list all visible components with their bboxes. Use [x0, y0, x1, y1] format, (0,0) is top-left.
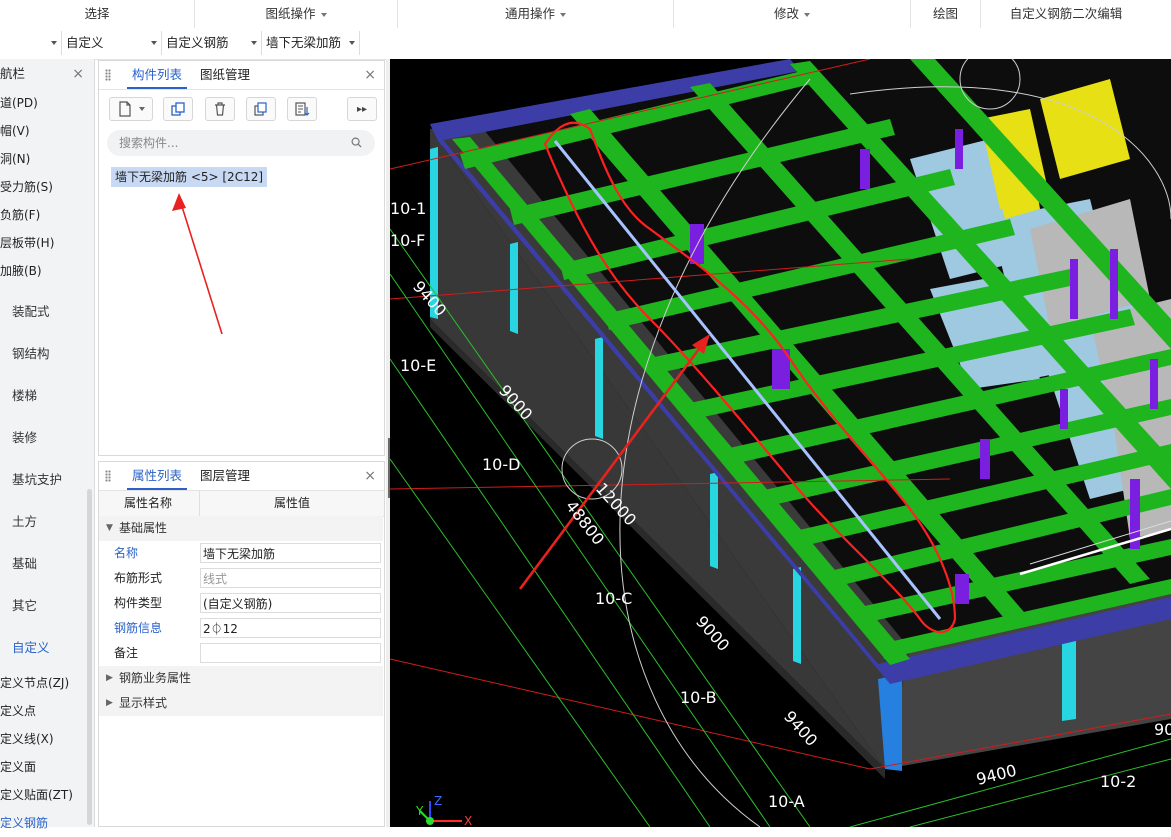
axis-label: 10-2 — [1100, 772, 1136, 791]
property-table-header: 属性名称 属性值 — [99, 491, 384, 517]
nav-item[interactable]: 帽(V) — [0, 117, 94, 145]
property-row-rebar-info: 钢筋信息 2⏀12 — [99, 616, 383, 641]
ribbon-group-draw[interactable]: 绘图 — [911, 0, 981, 28]
nav-category[interactable]: 土方 — [0, 501, 94, 543]
column-divider — [199, 491, 200, 516]
nav-sub-item[interactable]: 定义贴面(ZT) — [0, 781, 94, 809]
close-icon[interactable]: × — [72, 59, 84, 89]
section-basic-properties[interactable]: ▼ 基础属性 — [99, 516, 383, 541]
property-value-type[interactable]: (自定义钢筋) — [200, 593, 381, 613]
section-rebar-business[interactable]: ▶ 钢筋业务属性 — [99, 666, 383, 691]
navigation-panel: 航栏 × 道(PD) 帽(V) 洞(N) 受力筋(S) 负筋(F) 层板带(H)… — [0, 59, 95, 830]
component-list-panel: 构件列表 图纸管理 × ▸▸ 墙下无梁加筋 <5> [2C12] — [98, 60, 385, 456]
property-list-panel: 属性列表 图层管理 × 属性名称 属性值 ▼ 基础属性 名称 墙下无梁加筋 布筋… — [98, 461, 385, 827]
column-header-value: 属性值 — [274, 496, 311, 510]
nav-category[interactable]: 其它 — [0, 585, 94, 627]
nav-title: 航栏 — [0, 66, 26, 81]
3d-viewport[interactable]: 10-1 10-F 10-E 10-D 10-C 10-B 10-A 10-2 … — [390, 59, 1171, 827]
property-value-rebar-info[interactable]: 2⏀12 — [200, 618, 381, 638]
property-row-type: 构件类型 (自定义钢筋) — [99, 591, 383, 616]
drag-handle-icon[interactable] — [105, 470, 111, 482]
chevron-down-icon — [560, 12, 566, 17]
category-select[interactable]: 自定义 — [62, 31, 162, 55]
ribbon-group-general-ops[interactable]: 通用操作 — [398, 0, 674, 28]
nav-sub-item[interactable]: 定义节点(ZJ) — [0, 669, 94, 697]
tab-property-list[interactable]: 属性列表 — [127, 462, 188, 490]
axis-label: 10-B — [680, 688, 717, 707]
nav-sub-item[interactable]: 定义点 — [0, 697, 94, 725]
column-header-name: 属性名称 — [124, 496, 173, 510]
nav-item[interactable]: 洞(N) — [0, 145, 94, 173]
nav-scrollbar[interactable] — [87, 489, 92, 825]
property-value-remark[interactable] — [200, 643, 381, 663]
nav-sub-item[interactable]: 定义线(X) — [0, 725, 94, 753]
nav-category[interactable]: 基坑支护 — [0, 459, 94, 501]
chevron-down-icon — [804, 12, 810, 17]
axis-label: 10-C — [595, 589, 632, 608]
property-row-name: 名称 墙下无梁加筋 — [99, 541, 383, 566]
axis-label: 10-A — [768, 792, 805, 811]
nav-item[interactable]: 层板带(H) — [0, 229, 94, 257]
nav-category[interactable]: 装配式 — [0, 291, 94, 333]
ribbon-group-modify[interactable]: 修改 — [674, 0, 911, 28]
nav-category[interactable]: 钢结构 — [0, 333, 94, 375]
axis-label: 10-E — [400, 356, 436, 375]
nav-sub-item[interactable]: 定义面 — [0, 753, 94, 781]
nav-item[interactable]: 道(PD) — [0, 89, 94, 117]
close-icon[interactable]: × — [364, 462, 376, 490]
annotation-arrow-icon — [172, 193, 223, 335]
property-value-name[interactable]: 墙下无梁加筋 — [200, 543, 381, 563]
floor-select[interactable] — [0, 31, 62, 55]
svg-text:Z: Z — [434, 794, 442, 808]
chevron-down-icon — [51, 41, 57, 45]
section-display-style[interactable]: ▶ 显示样式 — [99, 691, 383, 716]
toolbar: 自定义 自定义钢筋 墙下无梁加筋 — [0, 28, 1171, 60]
axis-triad-icon: Z X Y — [415, 794, 472, 827]
chevron-down-icon — [251, 41, 257, 45]
nav-category[interactable]: 基础 — [0, 543, 94, 585]
svg-text:X: X — [464, 814, 472, 827]
expand-triangle-icon: ▶ — [106, 698, 113, 708]
chevron-down-icon — [320, 12, 327, 17]
nav-item[interactable]: 受力筋(S) — [0, 173, 94, 201]
property-row-layout: 布筋形式 线式 — [99, 566, 383, 591]
model-canvas: 10-1 10-F 10-E 10-D 10-C 10-B 10-A 10-2 … — [390, 59, 1171, 827]
ribbon-bar: 选择 图纸操作 通用操作 修改 绘图 自定义钢筋二次编辑 — [0, 0, 1171, 29]
collapse-triangle-icon: ▼ — [106, 523, 113, 533]
axis-label: 10-F — [390, 231, 425, 250]
ribbon-group-drawing-ops[interactable]: 图纸操作 — [195, 0, 398, 28]
dimension-label: 90 — [1154, 720, 1171, 739]
nav-item[interactable]: 负筋(F) — [0, 201, 94, 229]
property-value-layout[interactable]: 线式 — [200, 568, 381, 588]
svg-text:Y: Y — [415, 804, 424, 818]
axis-label: 10-1 — [390, 199, 426, 218]
dimension-label: 9400 — [780, 707, 821, 750]
ribbon-group-select[interactable]: 选择 — [0, 0, 195, 28]
expand-triangle-icon: ▶ — [106, 673, 113, 683]
nav-category-custom[interactable]: 自定义 — [0, 627, 94, 669]
axis-label: 10-D — [482, 455, 520, 474]
ribbon-group-rebar-edit[interactable]: 自定义钢筋二次编辑 — [981, 0, 1151, 28]
property-tabs: 属性列表 图层管理 × — [99, 462, 384, 491]
chevron-down-icon — [151, 41, 157, 45]
chevron-down-icon — [349, 41, 355, 45]
tab-layer-management[interactable]: 图层管理 — [195, 462, 255, 490]
nav-header: 航栏 × — [0, 59, 94, 89]
nav-sub-item-custom-rebar[interactable]: 定义钢筋 — [0, 809, 94, 837]
type-select[interactable]: 自定义钢筋 — [162, 31, 262, 55]
component-select[interactable]: 墙下无梁加筋 — [262, 31, 360, 55]
nav-category[interactable]: 楼梯 — [0, 375, 94, 417]
nav-category[interactable]: 装修 — [0, 417, 94, 459]
dimension-label: 9400 — [974, 761, 1018, 789]
nav-item[interactable]: 加腋(B) — [0, 257, 94, 285]
property-row-remark: 备注 — [99, 641, 383, 666]
